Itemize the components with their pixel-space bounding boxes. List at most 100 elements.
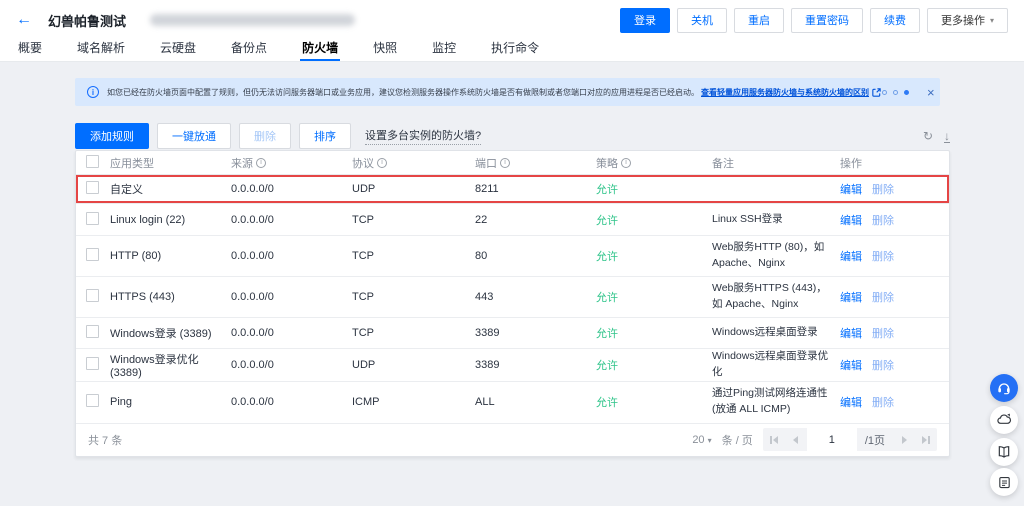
cell-policy: 允许	[596, 248, 712, 264]
tab-bar: 概要 域名解析 云硬盘 备份点 防火墙 快照 监控 执行命令	[0, 40, 1024, 62]
cell-remark: Web服务HTTPS (443)，如 Apache、Nginx	[712, 281, 840, 313]
info-icon[interactable]: i	[621, 158, 631, 168]
pagination: /1页	[763, 428, 937, 451]
delete-link[interactable]: 删除	[872, 292, 894, 304]
col-action: 操作	[840, 155, 949, 171]
row-checkbox[interactable]	[86, 289, 99, 302]
support-button[interactable]	[990, 374, 1018, 402]
delete-link[interactable]: 删除	[872, 328, 894, 340]
chevron-down-icon: ▾	[708, 436, 712, 445]
cell-policy: 允许	[596, 325, 712, 341]
download-icon[interactable]: ↓	[944, 130, 950, 143]
survey-button[interactable]	[990, 468, 1018, 496]
row-checkbox[interactable]	[86, 325, 99, 338]
first-page-button[interactable]	[763, 428, 785, 451]
carousel-dot-1[interactable]	[882, 90, 887, 95]
carousel-dot-3[interactable]	[904, 90, 909, 95]
edit-link[interactable]: 编辑	[840, 397, 862, 409]
cell-policy: 允许	[596, 289, 712, 305]
delete-button[interactable]: 删除	[239, 123, 291, 149]
info-icon[interactable]: i	[500, 158, 510, 168]
banner-controls: ×	[882, 86, 935, 99]
cell-app-type: Windows登录优化 (3389)	[110, 351, 231, 379]
back-icon[interactable]: ←	[16, 12, 32, 28]
cell-port: 3389	[475, 359, 596, 371]
table-row: Windows登录 (3389) 0.0.0.0/0 TCP 3389 允许 W…	[76, 318, 949, 349]
table-row: HTTP (80) 0.0.0.0/0 TCP 80 允许 Web服务HTTP …	[76, 236, 949, 277]
instance-actions: 登录 关机 重启 重置密码 续费 更多操作 ▾	[620, 8, 1008, 33]
next-page-button[interactable]	[893, 428, 915, 451]
tab-backup-point[interactable]: 备份点	[229, 39, 269, 61]
total-count: 共 7 条	[88, 432, 122, 448]
tab-firewall[interactable]: 防火墙	[300, 39, 340, 61]
cell-protocol: TCP	[352, 291, 475, 303]
edit-link[interactable]: 编辑	[840, 292, 862, 304]
delete-link[interactable]: 删除	[872, 251, 894, 263]
last-page-button[interactable]	[915, 428, 937, 451]
headset-icon	[996, 380, 1012, 396]
tab-snapshot[interactable]: 快照	[371, 39, 399, 61]
edit-link[interactable]: 编辑	[840, 215, 862, 227]
refresh-icon[interactable]: ↻	[923, 130, 933, 142]
cell-source: 0.0.0.0/0	[231, 250, 352, 262]
cell-port: 8211	[475, 183, 596, 195]
col-port: 端口i	[475, 155, 596, 171]
row-checkbox[interactable]	[86, 181, 99, 194]
edit-link[interactable]: 编辑	[840, 251, 862, 263]
more-actions-button[interactable]: 更多操作 ▾	[927, 8, 1008, 33]
select-all-checkbox[interactable]	[86, 155, 99, 168]
cell-policy: 允许	[596, 357, 712, 373]
cell-source: 0.0.0.0/0	[231, 327, 352, 339]
cell-protocol: TCP	[352, 214, 475, 226]
delete-link[interactable]: 删除	[872, 360, 894, 372]
table-row: Linux login (22) 0.0.0.0/0 TCP 22 允许 Lin…	[76, 204, 949, 236]
login-button[interactable]: 登录	[620, 8, 670, 33]
cell-remark: 通过Ping测试网络连通性 (放通 ALL ICMP)	[712, 386, 840, 418]
row-checkbox[interactable]	[86, 394, 99, 407]
cell-remark: Windows远程桌面登录	[712, 325, 840, 341]
add-rule-button[interactable]: 添加规则	[75, 123, 149, 149]
banner-carousel-dots	[882, 90, 909, 95]
delete-link[interactable]: 删除	[872, 184, 894, 196]
docs-button[interactable]	[990, 438, 1018, 466]
page-size-select[interactable]: 20 ▾	[692, 434, 711, 446]
prev-page-button[interactable]	[785, 428, 807, 451]
carousel-dot-2[interactable]	[893, 90, 898, 95]
external-link-icon	[871, 87, 882, 98]
row-checkbox[interactable]	[86, 212, 99, 225]
cell-source: 0.0.0.0/0	[231, 359, 352, 371]
info-icon[interactable]: i	[256, 158, 266, 168]
edit-link[interactable]: 编辑	[840, 184, 862, 196]
restart-button[interactable]: 重启	[734, 8, 784, 33]
close-icon[interactable]: ×	[927, 86, 935, 99]
col-protocol: 协议i	[352, 155, 475, 171]
reset-password-button[interactable]: 重置密码	[791, 8, 863, 33]
tab-dns[interactable]: 域名解析	[75, 39, 127, 61]
tab-run-command[interactable]: 执行命令	[489, 39, 541, 61]
page-total-label: /1页	[857, 432, 893, 448]
feedback-button[interactable]	[990, 406, 1018, 434]
banner-link[interactable]: 查看轻量应用服务器防火墙与系统防火墙的区别	[701, 87, 869, 98]
tab-cloud-disk[interactable]: 云硬盘	[158, 39, 198, 61]
tab-monitor[interactable]: 监控	[430, 39, 458, 61]
shutdown-button[interactable]: 关机	[677, 8, 727, 33]
book-icon	[996, 444, 1012, 460]
firewall-toolbar: 添加规则 一键放通 删除 排序 设置多台实例的防火墙? ↻ ↓	[75, 123, 950, 149]
delete-link[interactable]: 删除	[872, 397, 894, 409]
info-icon[interactable]: i	[377, 158, 387, 168]
renew-button[interactable]: 续费	[870, 8, 920, 33]
col-source: 来源i	[231, 155, 352, 171]
info-icon: i	[87, 86, 99, 98]
row-checkbox[interactable]	[86, 248, 99, 261]
tab-overview[interactable]: 概要	[16, 39, 44, 61]
one-click-allow-button[interactable]: 一键放通	[157, 123, 231, 149]
edit-link[interactable]: 编辑	[840, 328, 862, 340]
edit-link[interactable]: 编辑	[840, 360, 862, 372]
cell-port: 80	[475, 250, 596, 262]
row-checkbox[interactable]	[86, 357, 99, 370]
page-number-input[interactable]	[807, 428, 857, 451]
cell-source: 0.0.0.0/0	[231, 214, 352, 226]
sort-button[interactable]: 排序	[299, 123, 351, 149]
multi-instance-firewall-link[interactable]: 设置多台实例的防火墙?	[365, 127, 481, 145]
delete-link[interactable]: 删除	[872, 215, 894, 227]
